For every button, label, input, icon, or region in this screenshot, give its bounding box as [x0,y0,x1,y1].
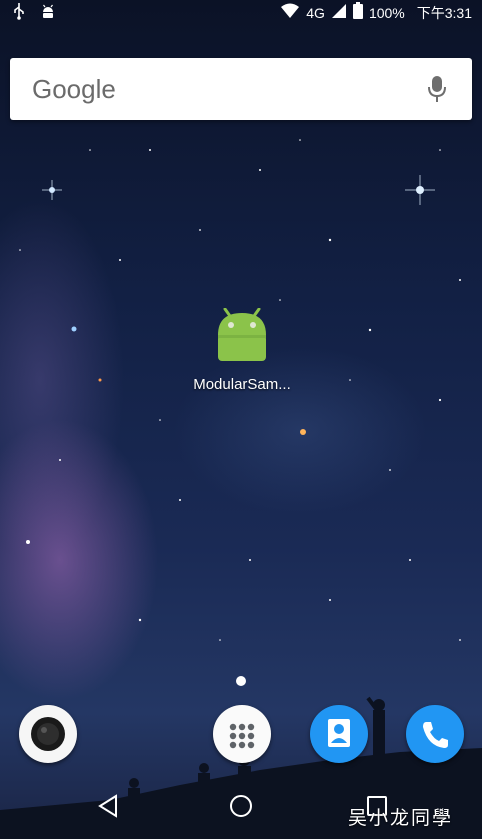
google-search-bar[interactable]: Google [10,58,472,120]
camera-icon [19,717,77,767]
app-drawer-button[interactable] [213,705,271,763]
android-debug-icon [40,3,56,23]
home-icon[interactable] [226,791,256,821]
watermark-text: 吴小龙同學 [348,807,454,829]
back-icon[interactable] [94,791,124,821]
app-shortcut-modularsample[interactable]: ModularSam... [180,307,304,393]
battery-level: 100% [368,4,405,21]
mic-icon[interactable] [428,75,446,107]
dock [0,705,482,765]
camera-app-button[interactable] [19,705,77,763]
app-label: ModularSam... [193,376,291,393]
contacts-icon [310,719,368,767]
phone-icon [406,722,464,767]
signal-icon [331,3,347,23]
network-type: 4G [306,4,325,21]
clock: 下午3:31 [416,4,472,21]
contacts-app-button[interactable] [310,705,368,763]
usb-icon [12,2,26,24]
battery-icon [352,2,363,23]
phone-app-button[interactable] [406,705,464,763]
status-bar: 4G 100% 下午3:31 [0,0,482,24]
page-indicator [236,676,246,686]
wifi-icon [280,3,300,23]
android-app-icon [214,307,270,368]
app-drawer-icon [213,723,271,767]
google-logo-text: Google [32,74,116,104]
